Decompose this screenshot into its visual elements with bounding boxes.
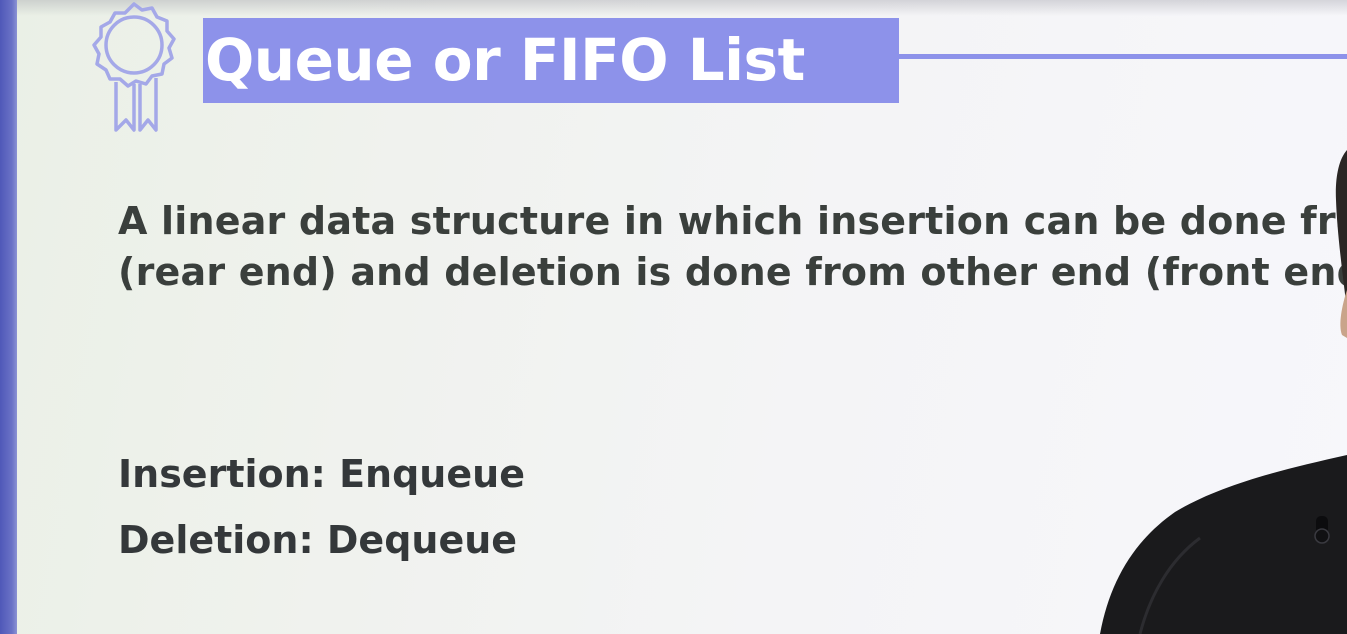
deletion-operation: Deletion: Dequeue: [118, 518, 518, 562]
lapel-microphone-icon: [1314, 516, 1330, 544]
slide-title: Queue or FIFO List: [205, 26, 805, 94]
title-underline-rule: [899, 54, 1347, 59]
lecture-slide: Queue or FIFO List A linear data structu…: [0, 0, 1347, 634]
title-banner: Queue or FIFO List: [203, 18, 899, 103]
presenter-shirt: [1100, 455, 1347, 634]
award-ribbon-icon: [92, 2, 176, 132]
slide-left-edge: [0, 0, 17, 634]
presenter-head: [1335, 150, 1347, 310]
insertion-operation: Insertion: Enqueue: [118, 452, 525, 496]
presenter-figure: [1100, 150, 1347, 634]
slide-top-shadow: [17, 0, 1347, 16]
